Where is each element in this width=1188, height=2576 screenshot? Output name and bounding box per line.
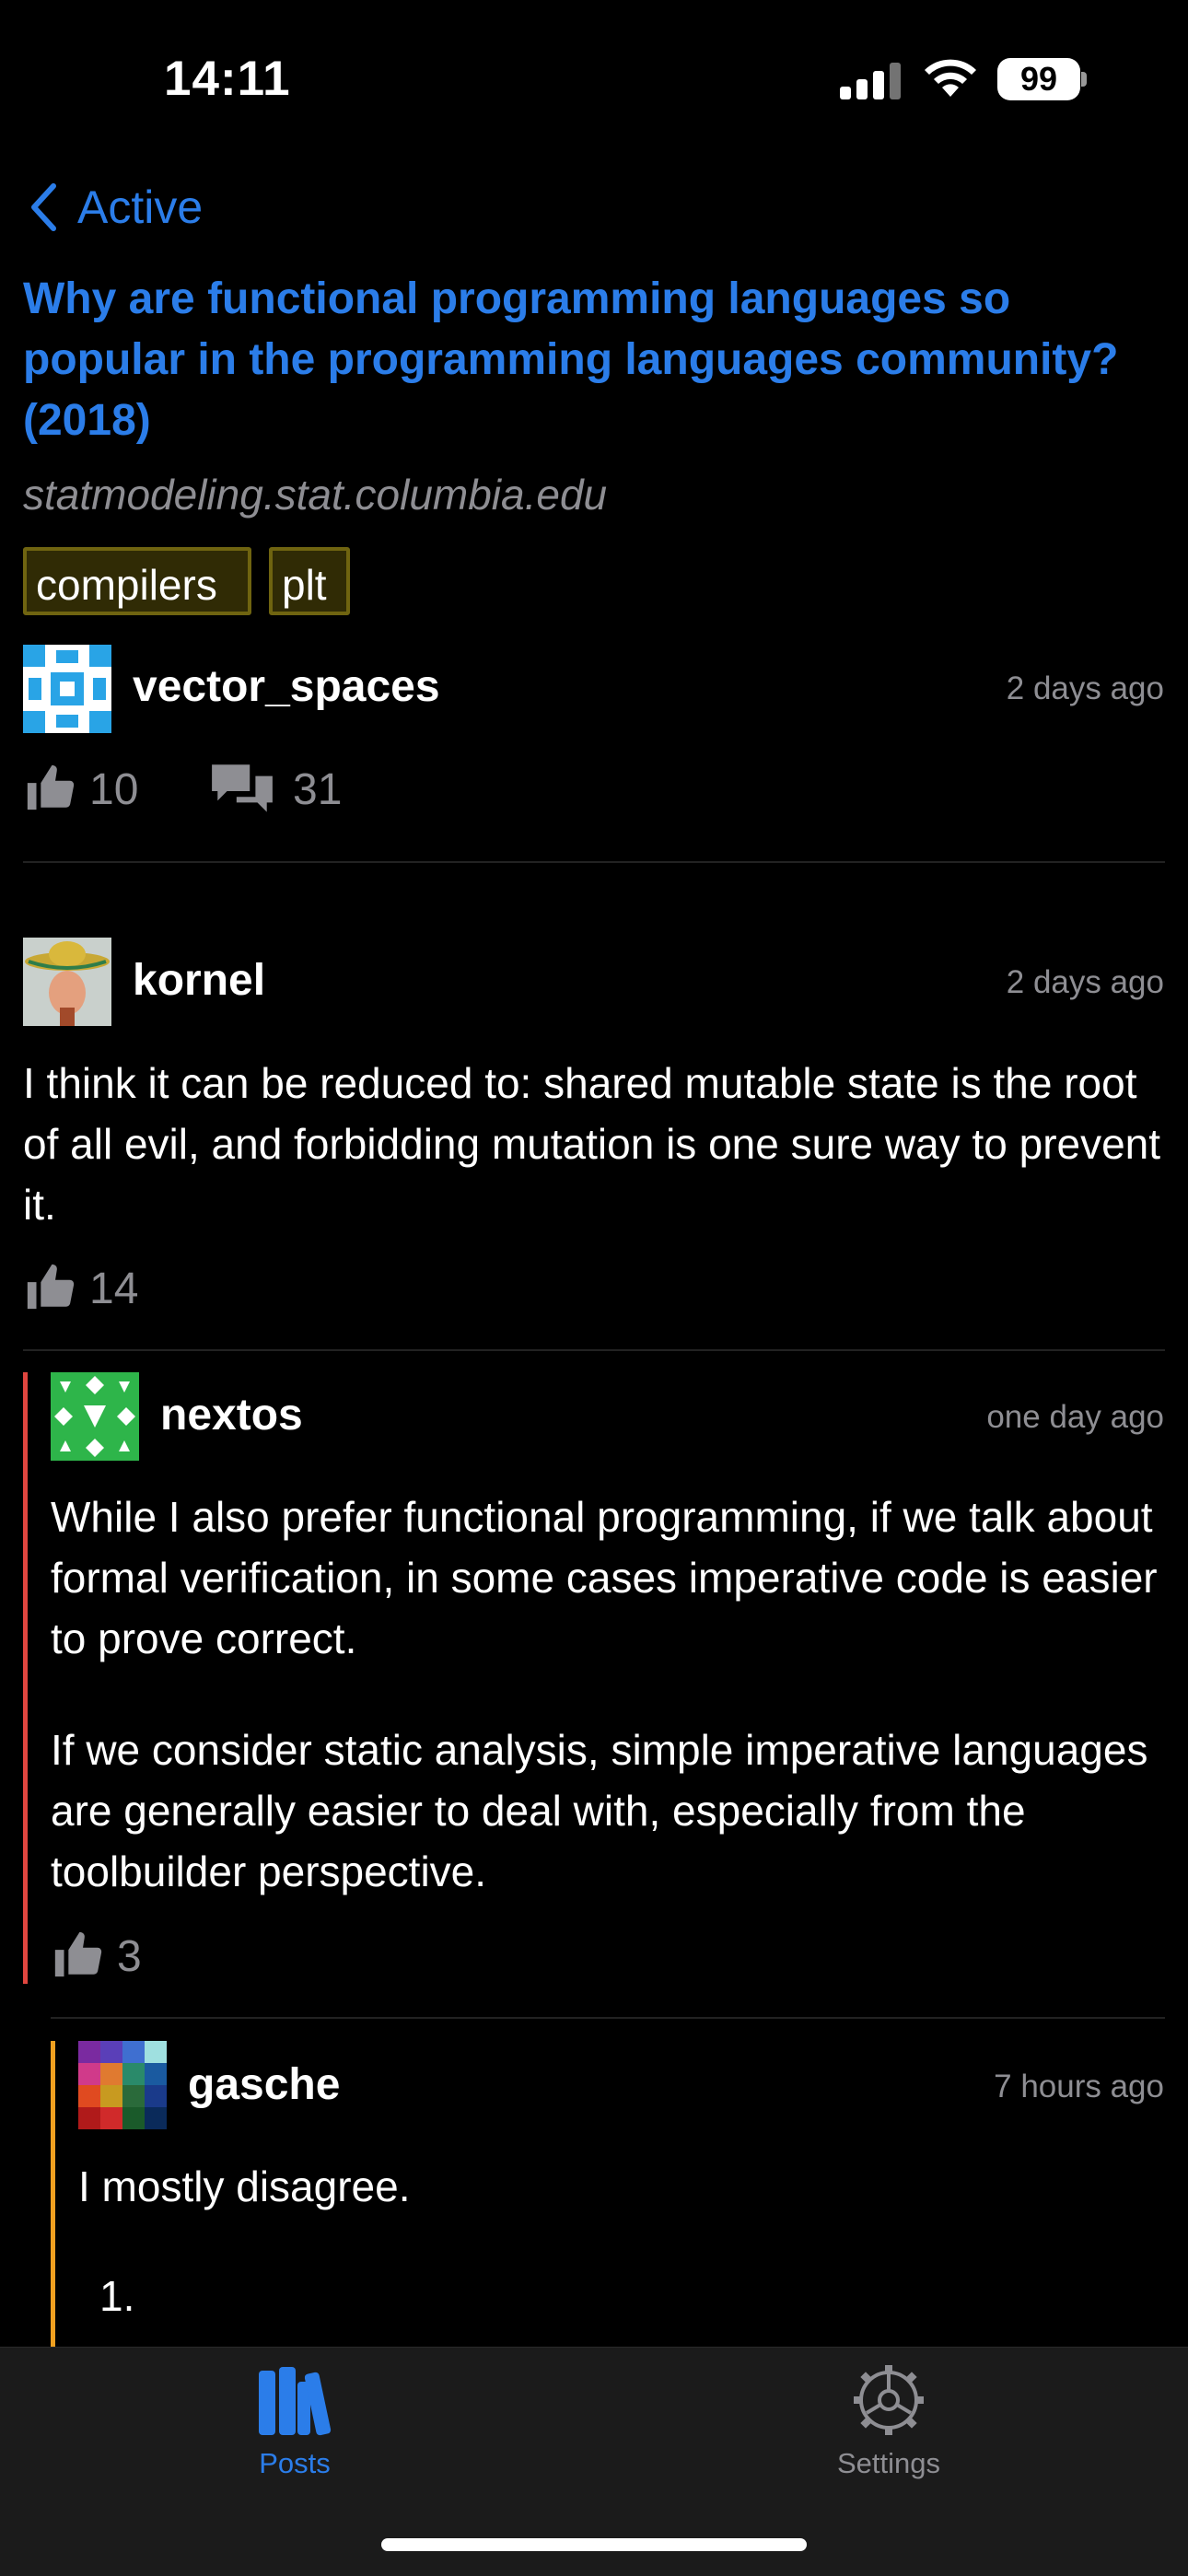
back-button[interactable]: Active [29, 181, 203, 234]
tab-settings[interactable]: Settings [824, 2363, 953, 2480]
post-time: 2 days ago [1006, 670, 1164, 706]
thumbs-up-icon[interactable] [23, 761, 76, 814]
books-icon [259, 2367, 332, 2436]
comment-paragraph: While I also prefer functional programmi… [51, 1493, 1158, 1662]
like-count: 3 [117, 1932, 142, 1981]
back-label: Active [77, 181, 204, 233]
comment-time: 2 days ago [1006, 964, 1164, 1000]
like-count: 10 [89, 765, 139, 814]
comment-author[interactable]: nextos [160, 1390, 303, 1440]
list-marker: 1. [99, 2272, 135, 2320]
divider [23, 861, 1165, 863]
battery-tip [1081, 72, 1087, 87]
comment-paragraph: If we consider static analysis, simple i… [51, 1726, 1148, 1895]
post-author[interactable]: vector_spaces [133, 661, 440, 712]
tab-posts-label: Posts [259, 2447, 331, 2479]
comments-icon[interactable] [208, 761, 276, 818]
wifi-icon [925, 59, 976, 97]
divider [51, 2017, 1165, 2019]
tab-posts[interactable]: Posts [230, 2363, 359, 2480]
status-time: 14:11 [164, 52, 291, 106]
comment-body: I think it can be reduced to: shared mut… [23, 1059, 1161, 1229]
comment-time: 7 hours ago [994, 2069, 1164, 2104]
comment-body: I mostly disagree. [78, 2162, 411, 2210]
divider [23, 1349, 1165, 1351]
like-count: 14 [89, 1265, 139, 1313]
comment-time: one day ago [986, 1399, 1164, 1435]
comment-count: 31 [293, 765, 343, 814]
chevron-left-icon [31, 183, 56, 231]
comment-author[interactable]: gasche [188, 2059, 340, 2110]
avatar [23, 645, 111, 733]
battery-level: 99 [997, 58, 1080, 100]
comment-author[interactable]: kornel [133, 955, 265, 1006]
thumbs-up-icon[interactable] [23, 1260, 76, 1313]
tag-plt[interactable]: plt [269, 547, 350, 615]
avatar [78, 2041, 167, 2129]
home-indicator[interactable] [381, 2538, 807, 2551]
gear-icon [854, 2365, 924, 2435]
tag-compilers[interactable]: compilers [23, 547, 251, 615]
tab-settings-label: Settings [836, 2447, 940, 2479]
avatar [23, 938, 111, 1026]
thumbs-up-icon[interactable] [51, 1928, 104, 1981]
avatar [51, 1372, 139, 1461]
post-title[interactable]: Why are functional programming languages… [23, 269, 1147, 451]
post-domain[interactable]: statmodeling.stat.columbia.edu [23, 470, 607, 519]
thread-depth-bar [23, 1372, 28, 1984]
cellular-signal-icon [840, 63, 904, 99]
